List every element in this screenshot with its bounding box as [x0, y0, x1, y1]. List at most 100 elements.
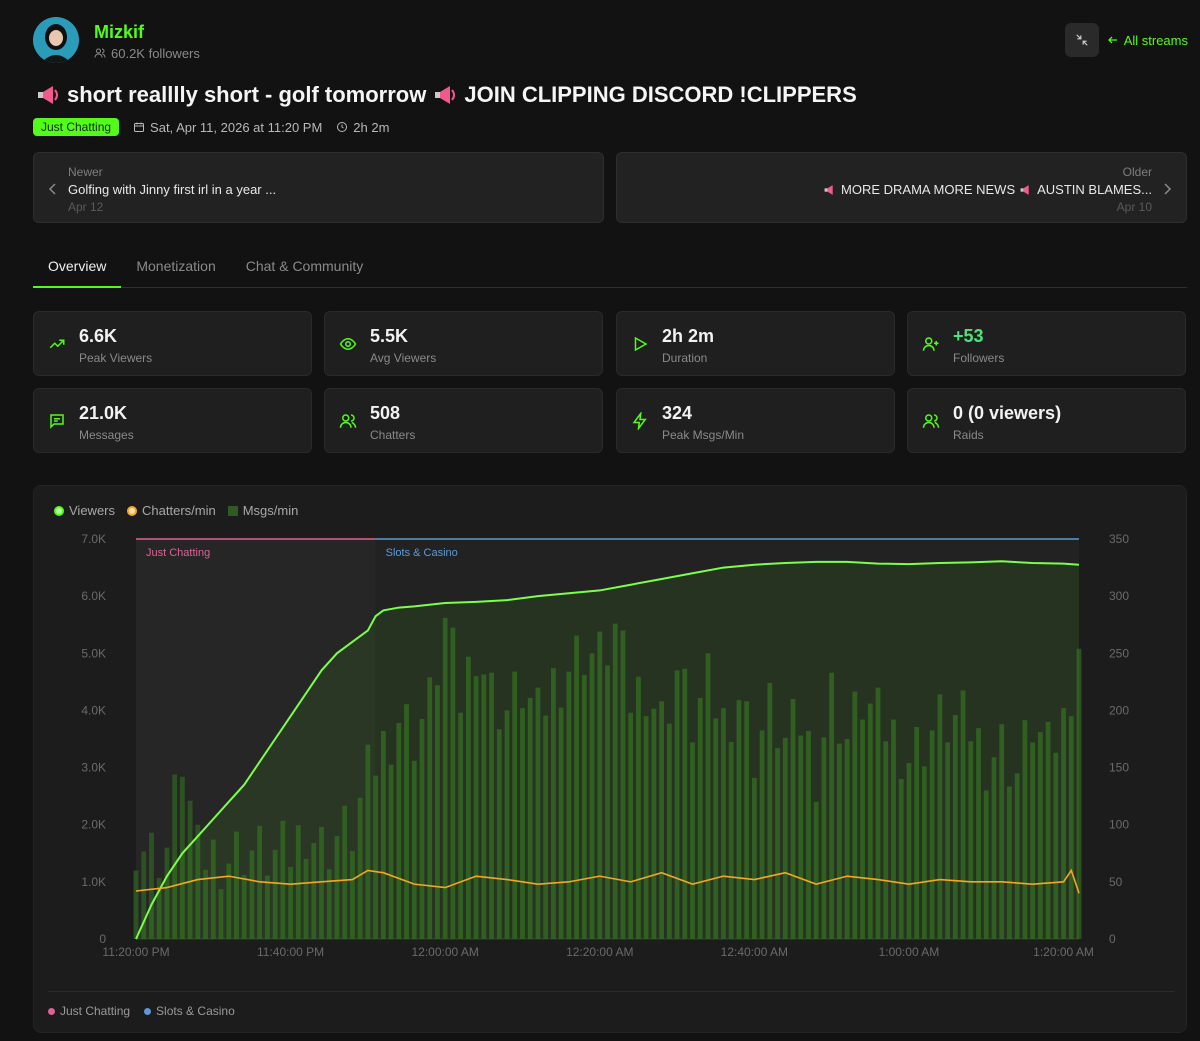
y-left-tick: 4.0K	[81, 703, 106, 717]
tab-overview[interactable]: Overview	[33, 246, 122, 288]
stream-date: Sat, Apr 11, 2026 at 11:20 PM	[133, 120, 322, 135]
category-legend: Just Chatting Slots & Casino	[48, 1004, 235, 1018]
category-band-label: Just Chatting	[146, 547, 210, 559]
stat-avg-viewers: 5.5K Avg Viewers	[324, 311, 603, 376]
stat-messages: 21.0K Messages	[33, 388, 312, 453]
stat-duration: 2h 2m Duration	[616, 311, 895, 376]
stat-value: +53	[953, 326, 984, 346]
y-left-tick: 1.0K	[81, 875, 106, 889]
follower-text: 60.2K followers	[111, 45, 200, 61]
stat-value: 21.0K	[79, 403, 128, 423]
x-tick: 11:40:00 PM	[257, 945, 324, 959]
stat-value: 2h 2m	[662, 326, 715, 346]
stat-label: Peak Viewers	[79, 351, 153, 365]
category-legend-slots[interactable]: Slots & Casino	[144, 1004, 235, 1018]
stream-meta: Just Chatting Sat, Apr 11, 2026 at 11:20…	[33, 118, 389, 136]
y-right-tick: 200	[1109, 703, 1129, 717]
older-stream-card[interactable]: Older MORE DRAMA MORE NEWS AUSTIN BLAMES…	[616, 152, 1187, 223]
all-streams-link[interactable]: All streams	[1107, 33, 1188, 48]
chevron-left-icon	[48, 183, 56, 195]
category-legend-label: Just Chatting	[60, 1004, 131, 1018]
tab-monetization[interactable]: Monetization	[121, 246, 230, 288]
stream-duration-text: 2h 2m	[353, 119, 390, 135]
older-title-a: MORE DRAMA MORE NEWS	[841, 182, 1016, 197]
y-left-tick: 7.0K	[81, 532, 106, 546]
stat-label: Peak Msgs/Min	[662, 428, 745, 442]
category-legend-label: Slots & Casino	[156, 1004, 235, 1018]
category-legend-just-chatting[interactable]: Just Chatting	[48, 1004, 130, 1018]
stat-label: Duration	[662, 351, 708, 365]
trending-up-icon	[49, 339, 65, 349]
stat-value: 324	[662, 403, 693, 423]
older-title: MORE DRAMA MORE NEWS AUSTIN BLAMES...	[823, 182, 1152, 197]
stat-chatters: 508 Chatters	[324, 388, 603, 453]
x-tick: 1:20:00 AM	[1033, 945, 1094, 959]
stat-peak-viewers: 6.6K Peak Viewers	[33, 311, 312, 376]
older-label: Older	[1122, 165, 1152, 179]
megaphone-icon	[1020, 184, 1029, 195]
x-tick: 1:00:00 AM	[879, 945, 940, 959]
newer-date: Apr 12	[68, 200, 104, 214]
collapse-icon	[1076, 34, 1088, 46]
stream-date-text: Sat, Apr 11, 2026 at 11:20 PM	[150, 119, 323, 135]
stat-label: Chatters	[370, 428, 416, 442]
message-icon	[50, 414, 64, 429]
y-right-tick: 300	[1109, 589, 1129, 603]
megaphone-icon	[824, 184, 833, 195]
user-plus-icon	[922, 337, 939, 351]
megaphone-icon	[435, 86, 456, 104]
older-title-b: AUSTIN BLAMES...	[1037, 182, 1152, 197]
y-left-tick: 0	[99, 932, 106, 946]
stat-label: Followers	[953, 351, 1005, 365]
avatar[interactable]	[33, 17, 79, 63]
users-icon	[339, 414, 357, 428]
calendar-icon	[134, 122, 145, 132]
category-badge[interactable]: Just Chatting	[33, 118, 120, 136]
stat-raids: 0 (0 viewers) Raids	[907, 388, 1186, 453]
newer-stream-card[interactable]: Newer Golfing with Jinny first irl in a …	[33, 152, 604, 223]
stat-followers: +53 Followers	[907, 311, 1186, 376]
chevron-right-icon	[1164, 183, 1172, 195]
stream-title-text-2: JOIN CLIPPING DISCORD !CLIPPERS	[464, 82, 857, 107]
stat-value: 0 (0 viewers)	[953, 403, 1062, 423]
eye-icon	[339, 337, 357, 351]
stat-label: Messages	[79, 428, 134, 442]
users-icon	[94, 48, 106, 58]
raid-users-icon	[922, 414, 940, 428]
all-streams-label: All streams	[1123, 32, 1188, 48]
stat-label: Raids	[953, 428, 984, 442]
megaphone-icon	[38, 86, 58, 104]
tab-chat-community[interactable]: Chat & Community	[231, 246, 378, 288]
stat-value: 5.5K	[370, 326, 409, 346]
older-date: Apr 10	[1116, 200, 1152, 214]
y-right-tick: 100	[1109, 818, 1129, 832]
newer-label: Newer	[68, 165, 103, 179]
y-left-tick: 3.0K	[81, 761, 106, 775]
stream-title-text: short realllly short - golf tomorrow	[67, 82, 427, 107]
y-right-tick: 350	[1109, 532, 1129, 546]
x-tick: 12:40:00 AM	[721, 945, 788, 959]
y-left-tick: 2.0K	[81, 818, 106, 832]
header-actions: All streams	[1064, 23, 1188, 57]
slots-swatch	[144, 1007, 152, 1015]
clock-icon	[337, 122, 348, 132]
bolt-icon	[632, 412, 647, 430]
newer-title: Golfing with Jinny first irl in a year .…	[68, 182, 277, 197]
y-right-tick: 250	[1109, 646, 1129, 660]
stat-value: 6.6K	[79, 326, 118, 346]
x-tick: 12:20:00 AM	[566, 945, 633, 959]
stat-label: Avg Viewers	[370, 351, 437, 365]
just-chatting-swatch	[48, 1007, 55, 1015]
channel-header: Mizkif 60.2K followers	[33, 17, 200, 63]
x-tick: 12:00:00 AM	[411, 945, 478, 959]
chart-divider	[48, 991, 1174, 992]
y-left-tick: 5.0K	[81, 646, 106, 660]
stream-title: short realllly short - golf tomorrow JOI…	[35, 82, 857, 108]
channel-name[interactable]: Mizkif	[94, 20, 200, 44]
stat-value: 508	[370, 403, 401, 423]
y-right-tick: 150	[1109, 761, 1129, 775]
msgs-bar	[133, 870, 139, 939]
x-tick: 11:20:00 PM	[102, 945, 169, 959]
stream-duration: 2h 2m	[336, 120, 389, 135]
collapse-button[interactable]	[1064, 23, 1099, 57]
